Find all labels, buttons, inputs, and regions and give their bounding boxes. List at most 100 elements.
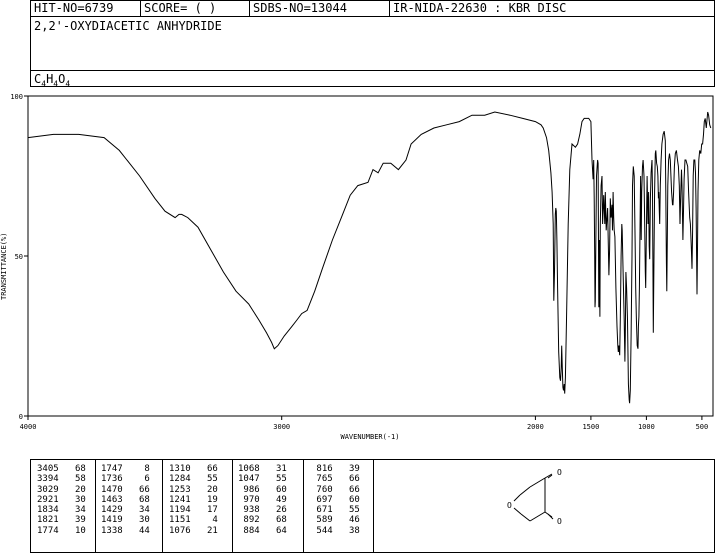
peak-wavenumber: 1338 xyxy=(101,525,123,536)
peak-row: 970 49 xyxy=(238,494,287,505)
peak-transmittance: 55 xyxy=(332,505,360,516)
peak-row: 892 68 xyxy=(238,515,287,526)
peak-row: 1310 66 xyxy=(169,464,218,474)
peak-transmittance: 20 xyxy=(58,484,86,495)
table-divider xyxy=(162,459,163,553)
peak-transmittance: 64 xyxy=(259,525,287,536)
peak-wavenumber: 1821 xyxy=(37,515,59,526)
peak-wavenumber: 589 xyxy=(311,515,333,526)
peak-row: 938 26 xyxy=(238,505,287,516)
plot-frame xyxy=(27,95,714,417)
peak-transmittance: 55 xyxy=(190,474,218,485)
peak-row: 1429 34 xyxy=(101,505,150,515)
peak-row: 1736 6 xyxy=(101,474,150,484)
peak-transmittance: 6 xyxy=(122,474,150,485)
peak-wavenumber: 1151 xyxy=(169,515,191,526)
peak-row: 1774 10 xyxy=(37,526,86,536)
peak-transmittance: 55 xyxy=(259,474,287,485)
peak-wavenumber: 697 xyxy=(311,494,333,505)
peak-wavenumber: 1047 xyxy=(238,474,260,485)
peak-transmittance: 39 xyxy=(332,464,360,474)
peak-row: 1194 17 xyxy=(169,505,218,515)
peak-transmittance: 68 xyxy=(122,494,150,505)
peak-wavenumber: 544 xyxy=(311,525,333,536)
peak-transmittance: 34 xyxy=(122,505,150,516)
table-divider xyxy=(303,459,304,553)
peak-transmittance: 58 xyxy=(58,474,86,485)
peak-wavenumber: 816 xyxy=(311,464,333,474)
table-divider xyxy=(95,459,96,553)
x-axis-label: WAVENUMBER(-1) xyxy=(340,433,399,441)
peak-wavenumber: 1774 xyxy=(37,525,59,536)
peak-row: 816 39 xyxy=(311,464,360,474)
peak-row: 3405 68 xyxy=(37,464,86,474)
peak-wavenumber: 1834 xyxy=(37,505,59,516)
peak-column: 1310 66 1284 55 1253 20 1241 19 1194 17 1151 … xyxy=(169,464,218,536)
peak-wavenumber: 671 xyxy=(311,505,333,516)
peak-wavenumber: 1241 xyxy=(169,494,191,505)
peak-transmittance: 66 xyxy=(122,484,150,495)
peak-wavenumber: 3394 xyxy=(37,474,59,485)
structure-box xyxy=(373,459,715,553)
peak-row: 1747 8 xyxy=(101,464,150,474)
peak-transmittance: 30 xyxy=(122,515,150,526)
peak-transmittance: 68 xyxy=(259,515,287,526)
peak-wavenumber: 970 xyxy=(238,494,260,505)
peak-row: 1068 31 xyxy=(238,464,287,474)
peak-wavenumber: 892 xyxy=(238,515,260,526)
peak-row: 544 38 xyxy=(311,525,360,536)
peak-transmittance: 38 xyxy=(332,525,360,536)
peak-transmittance: 8 xyxy=(122,464,150,474)
peak-transmittance: 49 xyxy=(259,494,287,505)
peak-transmittance: 21 xyxy=(190,525,218,536)
peak-row: 697 60 xyxy=(311,494,359,505)
peak-row: 671 55 xyxy=(311,505,360,516)
peak-wavenumber: 1463 xyxy=(101,494,123,505)
peak-transmittance: 46 xyxy=(332,515,360,526)
peak-wavenumber: 884 xyxy=(238,525,260,536)
peak-wavenumber: 1419 xyxy=(101,515,123,526)
peak-row: 765 66 xyxy=(311,474,360,485)
peak-row: 1463 68 xyxy=(101,495,150,505)
peak-row: 3394 58 xyxy=(37,474,86,484)
peak-transmittance: 39 xyxy=(58,515,86,526)
peak-row: 884 64 xyxy=(238,525,287,536)
x-tick-label: 2000 xyxy=(527,423,544,431)
x-tick-label: 4000 xyxy=(20,423,37,431)
peak-transmittance: 4 xyxy=(190,515,218,526)
peak-wavenumber: 1747 xyxy=(101,464,123,474)
peak-row: 1419 30 xyxy=(101,515,150,525)
peak-row: 1241 19 xyxy=(169,495,218,505)
peak-row: 1338 44 xyxy=(101,526,150,536)
peak-row: 1470 66 xyxy=(101,485,150,495)
peak-wavenumber: 986 xyxy=(238,484,260,495)
peak-row: 1284 55 xyxy=(169,474,218,484)
peak-transmittance: 19 xyxy=(190,494,218,505)
peak-wavenumber: 1310 xyxy=(169,464,191,474)
peak-row: 1076 21 xyxy=(169,526,218,536)
peak-row: 1151 4 xyxy=(169,515,218,525)
peak-transmittance: 10 xyxy=(58,525,86,536)
table-divider xyxy=(232,459,233,553)
peak-row: 1821 39 xyxy=(37,515,86,525)
peak-transmittance: 66 xyxy=(190,464,218,474)
peak-row: 2921 30 xyxy=(37,495,86,505)
peak-wavenumber: 3029 xyxy=(37,484,59,495)
x-tick-label: 1000 xyxy=(638,423,655,431)
peak-transmittance: 26 xyxy=(259,505,287,516)
peak-column: 1068 31 1047 55 986 60 970 49 938 26 892 … xyxy=(238,464,287,536)
spectrum-line xyxy=(27,111,712,404)
x-tick-label: 1500 xyxy=(582,423,599,431)
peak-row: 1253 20 xyxy=(169,485,218,495)
peak-column: 3405 68 3394 58 3029 20 2921 30 1834 34 1821 … xyxy=(37,464,86,536)
y-tick-label: 50 xyxy=(15,253,23,261)
peak-row: 3029 20 xyxy=(37,485,86,495)
peak-wavenumber: 765 xyxy=(311,474,333,485)
peak-column: 816 39 765 66 760 66 697 60 671 55 589 4… xyxy=(311,464,360,536)
peak-wavenumber: 1253 xyxy=(169,484,191,495)
peak-transmittance: 66 xyxy=(332,474,360,485)
peak-transmittance: 31 xyxy=(259,464,287,474)
y-tick-label: 0 xyxy=(19,413,23,421)
peak-wavenumber: 2921 xyxy=(37,494,59,505)
y-axis-label: TRANSMITTANCE(%) xyxy=(0,233,8,300)
